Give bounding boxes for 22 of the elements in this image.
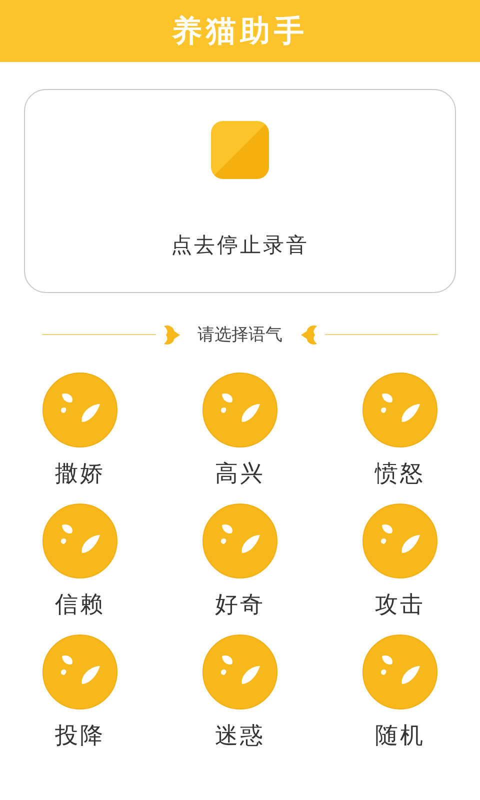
stop-button[interactable] bbox=[211, 121, 269, 179]
mood-option[interactable]: 好奇 bbox=[160, 503, 320, 620]
mood-option[interactable]: 随机 bbox=[320, 634, 480, 751]
cat-face-icon bbox=[362, 372, 438, 448]
mood-option[interactable]: 信赖 bbox=[0, 503, 160, 620]
cat-face-icon bbox=[202, 634, 278, 710]
mood-option[interactable]: 迷惑 bbox=[160, 634, 320, 751]
cat-face-icon bbox=[362, 503, 438, 579]
cat-face-icon bbox=[42, 634, 118, 710]
cat-face-icon bbox=[202, 503, 278, 579]
mood-option[interactable]: 撒娇 bbox=[0, 372, 160, 489]
mood-option[interactable]: 攻击 bbox=[320, 503, 480, 620]
mood-option[interactable]: 高兴 bbox=[160, 372, 320, 489]
app-title: 养猫助手 bbox=[172, 12, 308, 50]
section-title: 请选择语气 bbox=[198, 324, 282, 346]
mood-option[interactable]: 愤怒 bbox=[320, 372, 480, 489]
cat-face-icon bbox=[202, 372, 278, 448]
cat-face-icon bbox=[42, 372, 118, 448]
mood-option[interactable]: 投降 bbox=[0, 634, 160, 751]
cat-face-icon bbox=[362, 634, 438, 710]
record-hint: 点去停止录音 bbox=[171, 232, 309, 259]
cat-face-icon bbox=[42, 503, 118, 579]
